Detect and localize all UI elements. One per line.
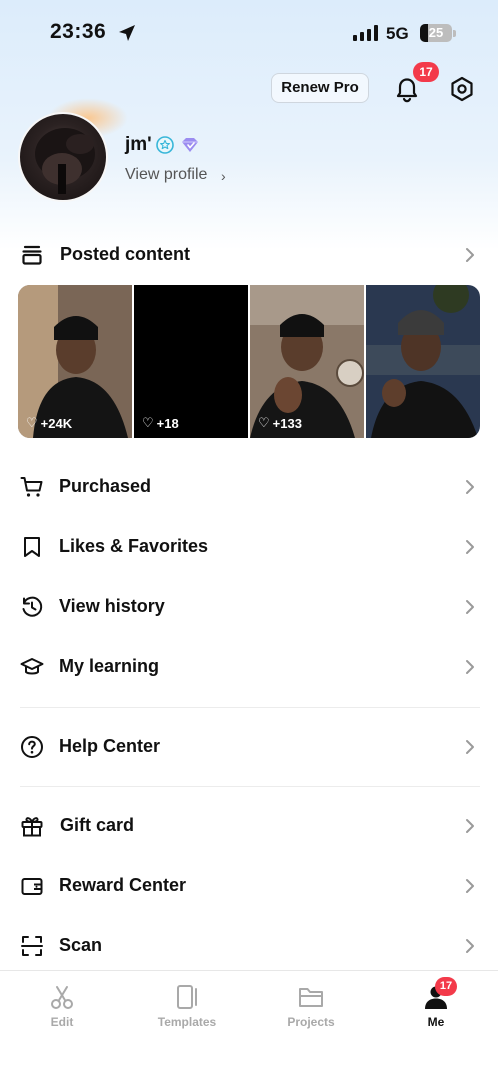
chevron-right-icon xyxy=(466,879,474,893)
likes-value: +18 xyxy=(156,415,179,431)
scan-icon xyxy=(21,936,43,956)
chevron-right-icon xyxy=(466,660,474,674)
post-thumbnail[interactable]: ♡ +133 xyxy=(250,285,364,438)
tab-label: Projects xyxy=(287,1015,335,1029)
diamond-badge-icon xyxy=(182,138,198,152)
status-bar: 23:36 5G 25 xyxy=(0,0,498,70)
stack-icon xyxy=(22,245,42,265)
posted-content-row[interactable]: Posted content xyxy=(0,235,498,275)
menu-item-scan[interactable]: Scan xyxy=(0,926,498,966)
bottom-tab-bar: Edit Templates Projects Me xyxy=(0,970,498,1079)
view-profile-link[interactable]: View profile xyxy=(125,166,207,184)
menu-item-label: Help Center xyxy=(59,736,161,756)
settings-icon[interactable] xyxy=(448,75,476,103)
chevron-right-icon xyxy=(466,248,474,262)
cart-icon xyxy=(20,477,43,497)
menu-item-likes-favorites[interactable]: Likes & Favorites xyxy=(0,527,498,567)
menu-item-gift-card[interactable]: Gift card xyxy=(0,806,498,846)
tab-edit[interactable]: Edit xyxy=(12,983,112,1029)
renew-pro-button[interactable]: Renew Pro xyxy=(271,73,369,103)
avatar-container[interactable] xyxy=(18,98,128,204)
tab-label: Edit xyxy=(50,1015,74,1029)
menu-item-label: Reward Center xyxy=(59,875,187,895)
menu-item-label: Purchased xyxy=(59,476,152,496)
location-arrow-icon xyxy=(119,25,135,41)
notification-badge: 17 xyxy=(413,62,439,82)
tab-templates[interactable]: Templates xyxy=(137,983,237,1029)
menu-item-my-learning[interactable]: My learning xyxy=(0,647,498,687)
battery-icon: 25 xyxy=(420,24,452,42)
likes-count: ♡ +24K xyxy=(26,415,73,431)
posted-content-grid: ♡ +24K ♡ +18 ♡ +133 xyxy=(18,285,480,438)
folder-icon xyxy=(299,988,323,1007)
network-type: 5G xyxy=(386,24,409,43)
chevron-right-icon xyxy=(466,939,474,953)
avatar[interactable] xyxy=(18,112,108,202)
gift-icon xyxy=(21,817,43,837)
menu-item-help-center[interactable]: Help Center xyxy=(0,727,498,767)
menu-item-purchased[interactable]: Purchased xyxy=(0,467,498,507)
divider xyxy=(20,786,480,787)
menu-item-view-history[interactable]: View history xyxy=(0,587,498,627)
menu-item-label: Scan xyxy=(59,935,103,955)
divider xyxy=(20,707,480,708)
tab-label: Templates xyxy=(157,1015,217,1029)
likes-count: ♡ +133 xyxy=(258,415,302,431)
likes-value: +24K xyxy=(40,415,73,431)
username[interactable]: jm' xyxy=(125,134,152,156)
templates-icon xyxy=(177,985,197,1009)
help-icon xyxy=(21,736,43,758)
graduation-cap-icon xyxy=(20,658,44,675)
history-icon xyxy=(22,596,43,617)
post-thumbnail[interactable] xyxy=(366,285,480,438)
likes-value: +133 xyxy=(272,415,302,431)
chevron-right-icon: › xyxy=(221,168,226,184)
posted-content-label: Posted content xyxy=(60,244,191,264)
me-tab-badge: 17 xyxy=(435,977,457,996)
scissors-icon xyxy=(51,986,73,1009)
likes-count: ♡ +18 xyxy=(142,415,179,431)
chevron-right-icon xyxy=(466,740,474,754)
post-thumbnail[interactable]: ♡ +24K xyxy=(18,285,132,438)
tab-projects[interactable]: Projects xyxy=(261,983,361,1029)
chevron-right-icon xyxy=(466,600,474,614)
battery-tip xyxy=(453,30,456,37)
signal-icon xyxy=(353,25,378,41)
avatar-photo xyxy=(35,128,95,194)
menu-item-label: Likes & Favorites xyxy=(59,536,209,556)
battery-level: 25 xyxy=(428,25,444,40)
bookmark-icon xyxy=(24,537,40,557)
menu-item-label: Gift card xyxy=(60,815,135,835)
verified-badge-icon xyxy=(156,136,174,154)
post-thumbnail[interactable]: ♡ +18 xyxy=(134,285,248,438)
menu-item-label: View history xyxy=(59,596,165,616)
chevron-right-icon xyxy=(466,480,474,494)
chevron-right-icon xyxy=(466,819,474,833)
menu-item-label: My learning xyxy=(59,656,160,676)
status-time: 23:36 xyxy=(50,20,107,43)
post-image xyxy=(366,285,480,438)
tab-label: Me xyxy=(427,1015,445,1029)
chevron-right-icon xyxy=(466,540,474,554)
wallet-icon xyxy=(21,878,43,895)
menu-item-reward-center[interactable]: Reward Center xyxy=(0,866,498,906)
